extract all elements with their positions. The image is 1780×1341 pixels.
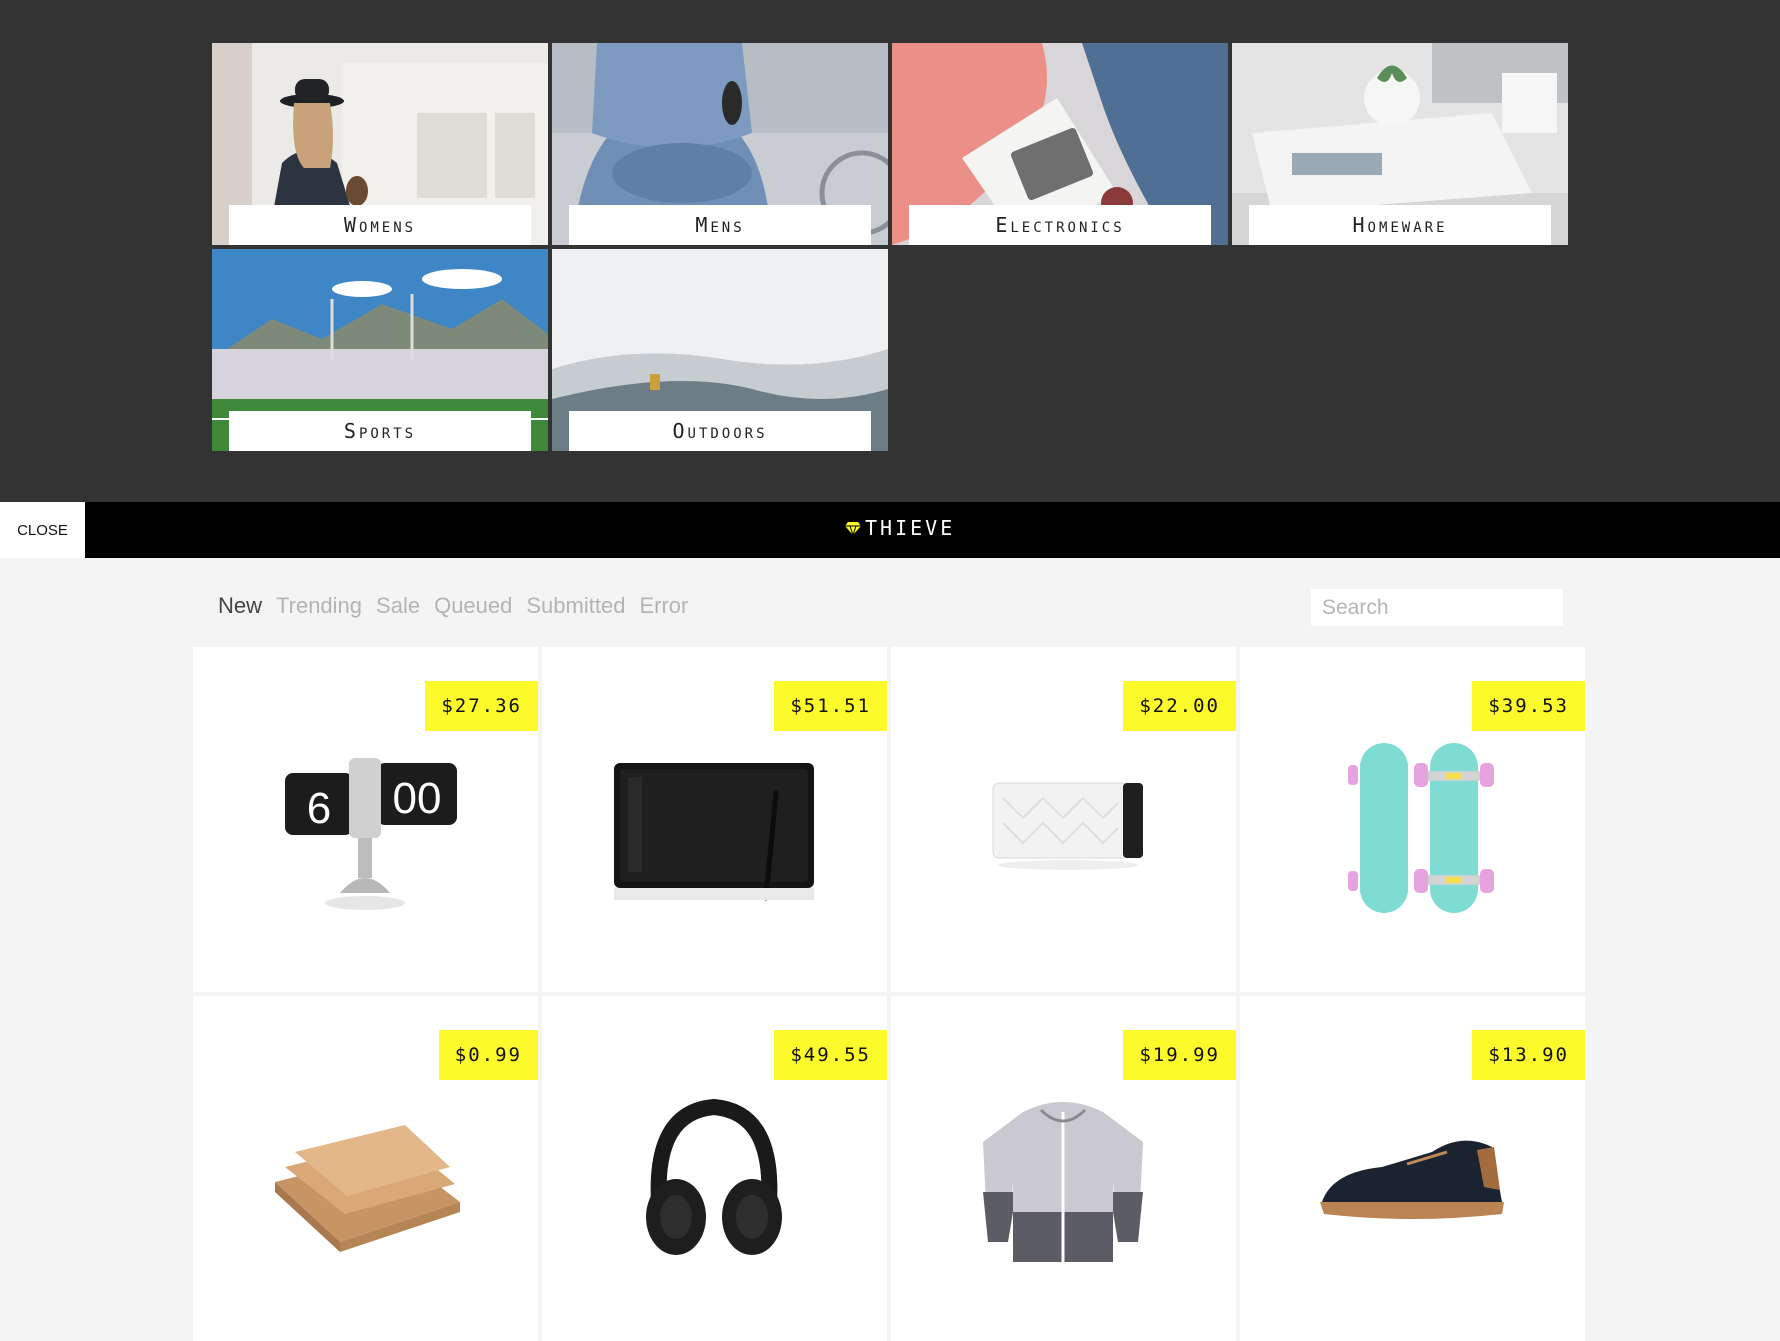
product-card[interactable]: $49.55 bbox=[542, 996, 887, 1341]
price-tag: $22.00 bbox=[1123, 681, 1236, 731]
speaker-image bbox=[992, 782, 1143, 870]
brand-logo[interactable]: THIEVE bbox=[845, 516, 955, 540]
diamond-icon bbox=[845, 522, 861, 535]
brand-name: THIEVE bbox=[865, 516, 956, 540]
product-card[interactable]: $22.00 bbox=[891, 647, 1236, 992]
svg-text:6: 6 bbox=[307, 784, 331, 833]
price-tag: $27.36 bbox=[425, 681, 538, 731]
drawing-tablet-image bbox=[614, 763, 814, 901]
tab-queued[interactable]: Queued bbox=[434, 593, 512, 619]
category-panel: Womens Mens Electronics Homeware Sports … bbox=[0, 0, 1780, 502]
category-label: Outdoors bbox=[569, 411, 871, 451]
price-tag: $51.51 bbox=[774, 681, 887, 731]
category-tile-sports[interactable]: Sports bbox=[212, 249, 548, 451]
price-tag: $49.55 bbox=[774, 1030, 887, 1080]
tab-sale[interactable]: Sale bbox=[376, 593, 420, 619]
notebooks-image bbox=[275, 1125, 460, 1252]
category-label: Womens bbox=[229, 205, 531, 245]
shoe-image bbox=[1320, 1140, 1504, 1219]
svg-text:00: 00 bbox=[393, 774, 442, 823]
headphones-image bbox=[646, 1098, 782, 1255]
product-card[interactable]: $39.53 bbox=[1240, 647, 1585, 992]
search-input[interactable] bbox=[1311, 589, 1563, 626]
tab-trending[interactable]: Trending bbox=[276, 593, 362, 619]
category-label: Mens bbox=[569, 205, 871, 245]
tab-new[interactable]: New bbox=[218, 593, 262, 619]
price-tag: $13.90 bbox=[1472, 1030, 1585, 1080]
product-card[interactable]: $27.36 6 00 bbox=[193, 647, 538, 992]
filter-tabs: New Trending Sale Queued Submitted Error bbox=[218, 593, 688, 619]
tab-submitted[interactable]: Submitted bbox=[526, 593, 625, 619]
product-card[interactable]: $13.90 bbox=[1240, 996, 1585, 1341]
category-tile-outdoors[interactable]: Outdoors bbox=[552, 249, 888, 451]
jacket-image bbox=[983, 1102, 1143, 1262]
flip-clock-image: 6 00 bbox=[285, 758, 457, 910]
price-tag: $39.53 bbox=[1472, 681, 1585, 731]
category-label: Electronics bbox=[909, 205, 1211, 245]
category-grid: Womens Mens Electronics Homeware Sports … bbox=[212, 43, 1568, 451]
product-grid: $27.36 6 00 $51.51 $22.00 $39.53 $0.99 $… bbox=[193, 647, 1585, 1341]
category-label: Homeware bbox=[1249, 205, 1551, 245]
price-tag: $19.99 bbox=[1123, 1030, 1236, 1080]
category-tile-homeware[interactable]: Homeware bbox=[1232, 43, 1568, 245]
category-tile-mens[interactable]: Mens bbox=[552, 43, 888, 245]
product-card[interactable]: $0.99 bbox=[193, 996, 538, 1341]
top-bar: CLOSE THIEVE bbox=[0, 502, 1780, 558]
product-card[interactable]: $19.99 bbox=[891, 996, 1236, 1341]
tab-error[interactable]: Error bbox=[639, 593, 688, 619]
price-tag: $0.99 bbox=[438, 1030, 538, 1080]
product-card[interactable]: $51.51 bbox=[542, 647, 887, 992]
category-tile-electronics[interactable]: Electronics bbox=[892, 43, 1228, 245]
category-tile-womens[interactable]: Womens bbox=[212, 43, 548, 245]
category-label: Sports bbox=[229, 411, 531, 451]
skateboard-image bbox=[1348, 743, 1494, 913]
close-button[interactable]: CLOSE bbox=[0, 502, 85, 558]
